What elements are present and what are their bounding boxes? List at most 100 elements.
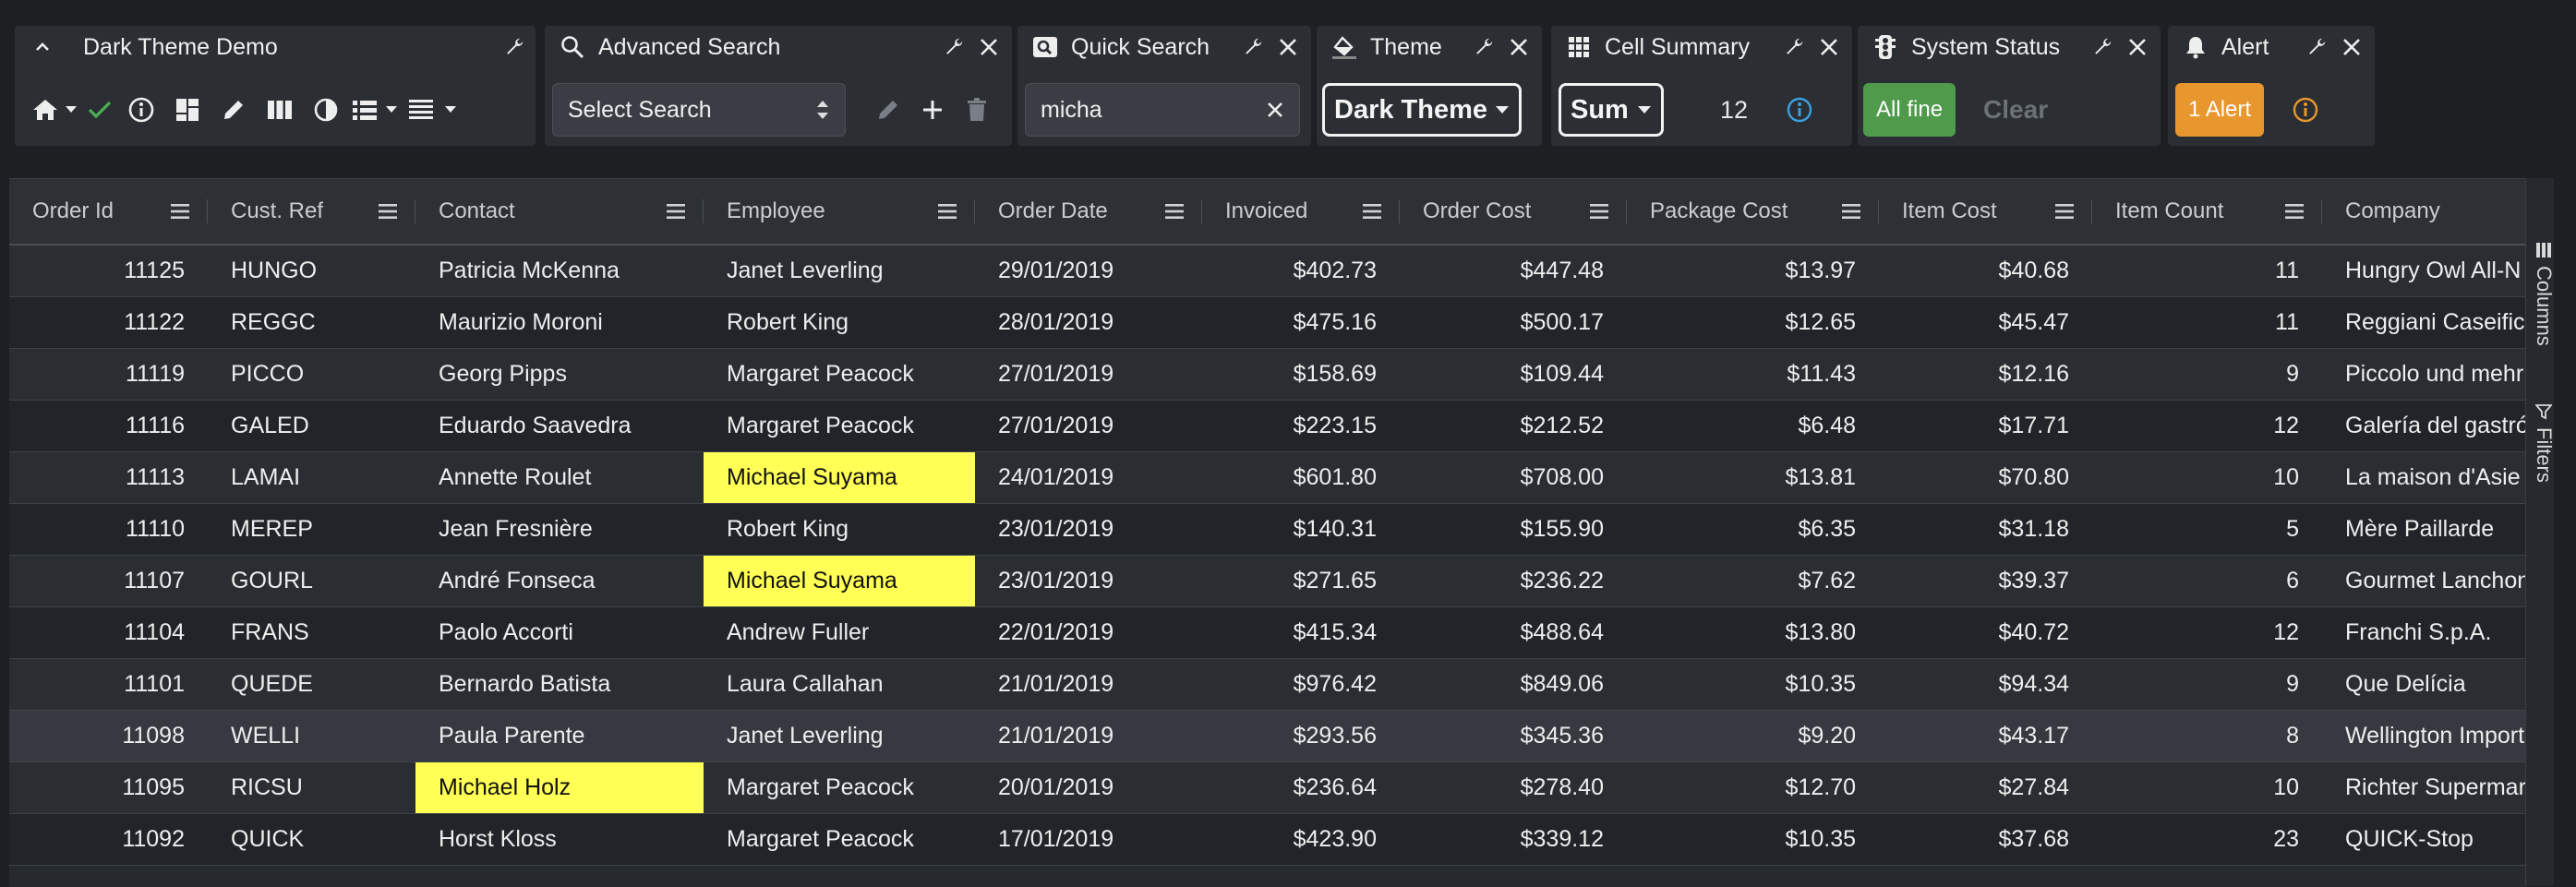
cell-contact[interactable]: Bernardo Batista [415, 659, 704, 710]
cell-order-cost[interactable]: $849.06 [1400, 659, 1627, 710]
columns-tool-tab[interactable]: Columns [2530, 229, 2558, 358]
cell-invoiced[interactable]: $976.42 [1202, 659, 1400, 710]
cell-order-id[interactable]: 11110 [9, 504, 208, 555]
column-menu-icon[interactable] [1147, 203, 1202, 220]
cell-item-cost[interactable]: $40.68 [1879, 246, 2092, 296]
cell-cust-ref[interactable]: GOURL [208, 556, 415, 606]
cell-invoiced[interactable]: $271.65 [1202, 556, 1400, 606]
columns-icon[interactable] [257, 100, 303, 120]
cell-item-cost[interactable]: $37.68 [1879, 814, 2092, 865]
cell-company[interactable]: Richter Supermar [2322, 762, 2525, 813]
cell-order-cost[interactable]: $339.12 [1400, 814, 1627, 865]
cell-company[interactable]: Franchi S.p.A. [2322, 607, 2525, 658]
cell-item-cost[interactable]: $45.47 [1879, 297, 2092, 348]
cell-employee[interactable]: Michael Suyama [704, 452, 975, 503]
cell-order-cost[interactable]: $447.48 [1400, 246, 1627, 296]
column-menu-icon[interactable] [360, 203, 415, 220]
cell-employee[interactable]: Margaret Peacock [704, 349, 975, 400]
cell-order-cost[interactable]: $278.40 [1400, 762, 1627, 813]
clear-status-button[interactable]: Clear [1983, 95, 2048, 125]
quick-search-input[interactable]: micha [1025, 83, 1300, 137]
column-header-order-cost[interactable]: Order Cost [1400, 179, 1627, 244]
cell-package-cost[interactable]: $13.97 [1627, 246, 1879, 296]
cell-employee[interactable]: Janet Leverling [704, 246, 975, 296]
cell-company[interactable]: Gourmet Lanchon [2322, 556, 2525, 606]
cell-cust-ref[interactable]: REGGC [208, 297, 415, 348]
cell-item-count[interactable]: 10 [2092, 452, 2322, 503]
home-icon[interactable] [30, 98, 61, 122]
cell-item-cost[interactable]: $17.71 [1879, 401, 2092, 451]
table-row[interactable]: 11110 MEREP Jean Fresnière Robert King 23/01… [9, 504, 2525, 556]
cell-order-date[interactable]: 17/01/2019 [975, 814, 1202, 865]
alert-info-icon[interactable] [2282, 97, 2329, 123]
cell-employee[interactable]: Janet Leverling [704, 711, 975, 761]
close-icon[interactable] [971, 37, 1006, 57]
column-menu-icon[interactable] [2267, 203, 2322, 220]
column-header-item-count[interactable]: Item Count [2092, 179, 2322, 244]
cell-invoiced[interactable]: $158.69 [1202, 349, 1400, 400]
cell-cust-ref[interactable]: HUNGO [208, 246, 415, 296]
cell-item-count[interactable]: 23 [2092, 814, 2322, 865]
cell-order-date[interactable]: 23/01/2019 [975, 504, 1202, 555]
list-dropdown-caret-icon[interactable] [380, 105, 403, 114]
theme-select[interactable]: Dark Theme [1322, 83, 1522, 137]
cell-cust-ref[interactable]: FRANS [208, 607, 415, 658]
cell-employee[interactable]: Margaret Peacock [704, 762, 975, 813]
close-icon[interactable] [2334, 37, 2369, 57]
edit-pencil-icon[interactable] [866, 98, 910, 122]
cell-item-count[interactable]: 12 [2092, 607, 2322, 658]
cell-contact[interactable]: Maurizio Moroni [415, 297, 704, 348]
cell-invoiced[interactable]: $423.90 [1202, 814, 1400, 865]
cell-package-cost[interactable]: $13.81 [1627, 452, 1879, 503]
column-menu-icon[interactable] [1344, 203, 1400, 220]
close-icon[interactable] [1812, 37, 1847, 57]
cell-order-id[interactable]: 11107 [9, 556, 208, 606]
wrench-icon[interactable] [1776, 35, 1812, 59]
cell-contact[interactable]: Eduardo Saavedra [415, 401, 704, 451]
cell-order-date[interactable]: 23/01/2019 [975, 556, 1202, 606]
cell-order-id[interactable]: 11095 [9, 762, 208, 813]
cell-item-cost[interactable]: $27.84 [1879, 762, 2092, 813]
cell-package-cost[interactable]: $6.48 [1627, 401, 1879, 451]
cell-order-id[interactable]: 11113 [9, 452, 208, 503]
cell-order-date[interactable]: 27/01/2019 [975, 349, 1202, 400]
column-header-order-id[interactable]: Order Id [9, 179, 208, 244]
cell-contact[interactable]: Paula Parente [415, 711, 704, 761]
cell-order-date[interactable]: 28/01/2019 [975, 297, 1202, 348]
cell-cust-ref[interactable]: QUICK [208, 814, 415, 865]
cell-item-cost[interactable]: $43.17 [1879, 711, 2092, 761]
column-header-invoiced[interactable]: Invoiced [1202, 179, 1400, 244]
cell-contact[interactable]: Georg Pipps [415, 349, 704, 400]
cell-order-cost[interactable]: $488.64 [1400, 607, 1627, 658]
cell-item-cost[interactable]: $31.18 [1879, 504, 2092, 555]
cell-invoiced[interactable]: $402.73 [1202, 246, 1400, 296]
cell-item-cost[interactable]: $70.80 [1879, 452, 2092, 503]
cell-package-cost[interactable]: $7.62 [1627, 556, 1879, 606]
system-status-button[interactable]: All fine [1863, 83, 1956, 137]
table-row[interactable]: 11107 GOURL André Fonseca Michael Suyama 23/… [9, 556, 2525, 607]
cell-contact[interactable]: Jean Fresnière [415, 504, 704, 555]
table-row[interactable]: 11113 LAMAI Annette Roulet Michael Suyama 24… [9, 452, 2525, 504]
cell-contact[interactable]: André Fonseca [415, 556, 704, 606]
column-header-employee[interactable]: Employee [704, 179, 975, 244]
cell-contact[interactable]: Patricia McKenna [415, 246, 704, 296]
column-header-contact[interactable]: Contact [415, 179, 704, 244]
wrench-icon[interactable] [936, 35, 971, 59]
cell-company[interactable]: Que Delícia [2322, 659, 2525, 710]
clear-search-icon[interactable] [1266, 101, 1284, 119]
align-dropdown-caret-icon[interactable] [439, 105, 462, 114]
add-icon[interactable] [910, 99, 955, 121]
cell-item-count[interactable]: 10 [2092, 762, 2322, 813]
cell-company[interactable]: Hungry Owl All-N [2322, 246, 2525, 296]
cell-item-cost[interactable]: $39.37 [1879, 556, 2092, 606]
wrench-icon[interactable] [2299, 35, 2334, 59]
align-lines-icon[interactable] [403, 99, 439, 121]
cell-cust-ref[interactable]: GALED [208, 401, 415, 451]
cell-order-date[interactable]: 24/01/2019 [975, 452, 1202, 503]
cell-invoiced[interactable]: $601.80 [1202, 452, 1400, 503]
cell-item-cost[interactable]: $94.34 [1879, 659, 2092, 710]
column-header-cust-ref[interactable]: Cust. Ref [208, 179, 415, 244]
table-row[interactable]: 11119 PICCO Georg Pipps Margaret Peacock 27/… [9, 349, 2525, 401]
column-menu-icon[interactable] [1571, 203, 1627, 220]
cell-order-date[interactable]: 27/01/2019 [975, 401, 1202, 451]
